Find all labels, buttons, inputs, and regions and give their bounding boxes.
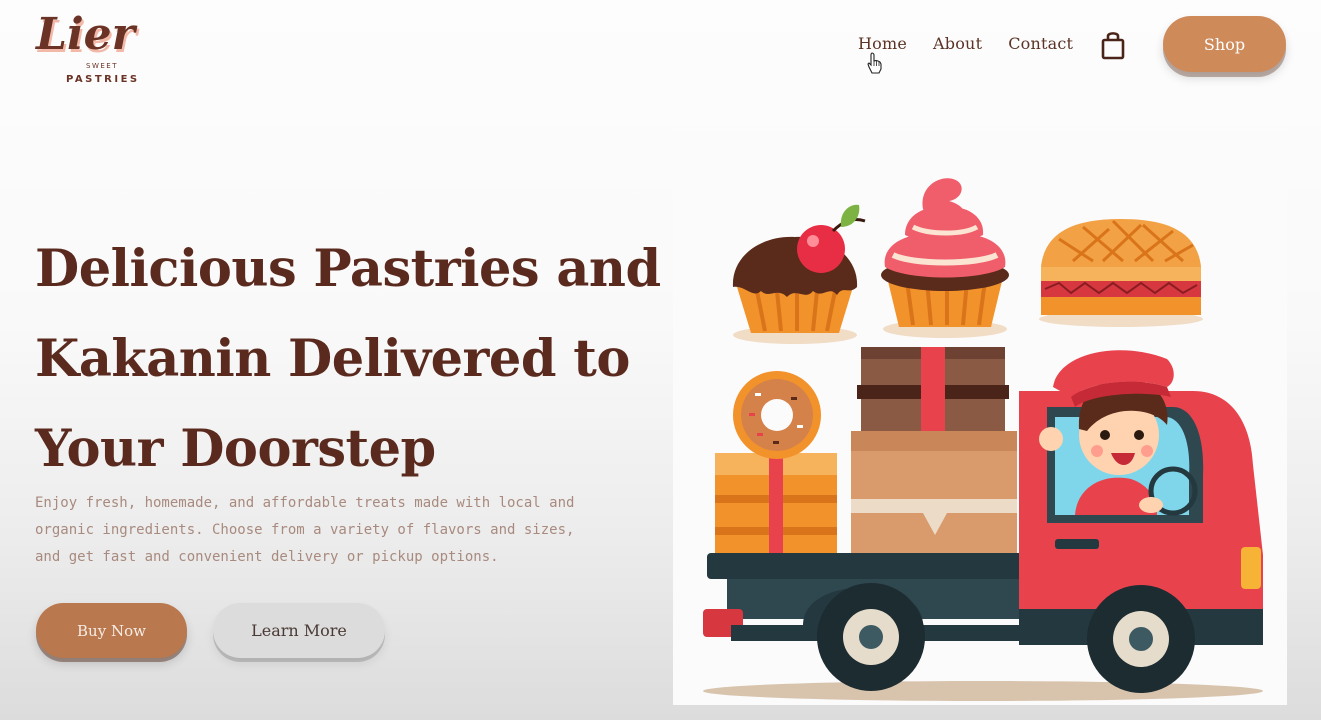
ground-shadow <box>703 681 1263 701</box>
box-stack <box>851 347 1017 555</box>
hero-title-line: Delicious Pastries and <box>35 239 661 299</box>
hand-pointer-icon <box>867 52 882 74</box>
pie-slice <box>1039 219 1203 327</box>
hero-description-line: Enjoy fresh, homemade, and affordable tr… <box>35 495 575 511</box>
hero-title: Delicious Pastries and Kakanin Delivered… <box>35 224 661 494</box>
shop-button[interactable]: Shop <box>1163 16 1286 72</box>
hero-description: Enjoy fresh, homemade, and affordable tr… <box>35 490 635 571</box>
hero-title-line: Kakanin Delivered to <box>35 329 630 389</box>
logo-sub-top: SWEET <box>86 62 118 70</box>
logo-sub-bottom: PASTRIES <box>66 74 140 85</box>
brand-logo[interactable]: Lier Lier SWEET PASTRIES <box>34 4 164 90</box>
shopping-bag-icon[interactable] <box>1100 30 1126 60</box>
main-nav: Home About Contact <box>858 34 1073 53</box>
learn-more-button[interactable]: Learn More <box>213 603 385 658</box>
front-wheel <box>1087 585 1195 693</box>
hero-description-line: organic ingredients. Choose from a varie… <box>35 522 575 538</box>
nav-contact[interactable]: Contact <box>1008 34 1073 53</box>
hero-description-line: and get fast and convenient delivery or … <box>35 549 499 565</box>
hero-title-line: Your Doorstep <box>35 419 436 479</box>
logo-wordmark: Lier <box>34 9 138 60</box>
nav-home[interactable]: Home <box>858 34 907 53</box>
delivery-truck-illustration <box>673 135 1287 705</box>
nav-about[interactable]: About <box>933 34 982 53</box>
buy-now-button[interactable]: Buy Now <box>36 603 187 658</box>
